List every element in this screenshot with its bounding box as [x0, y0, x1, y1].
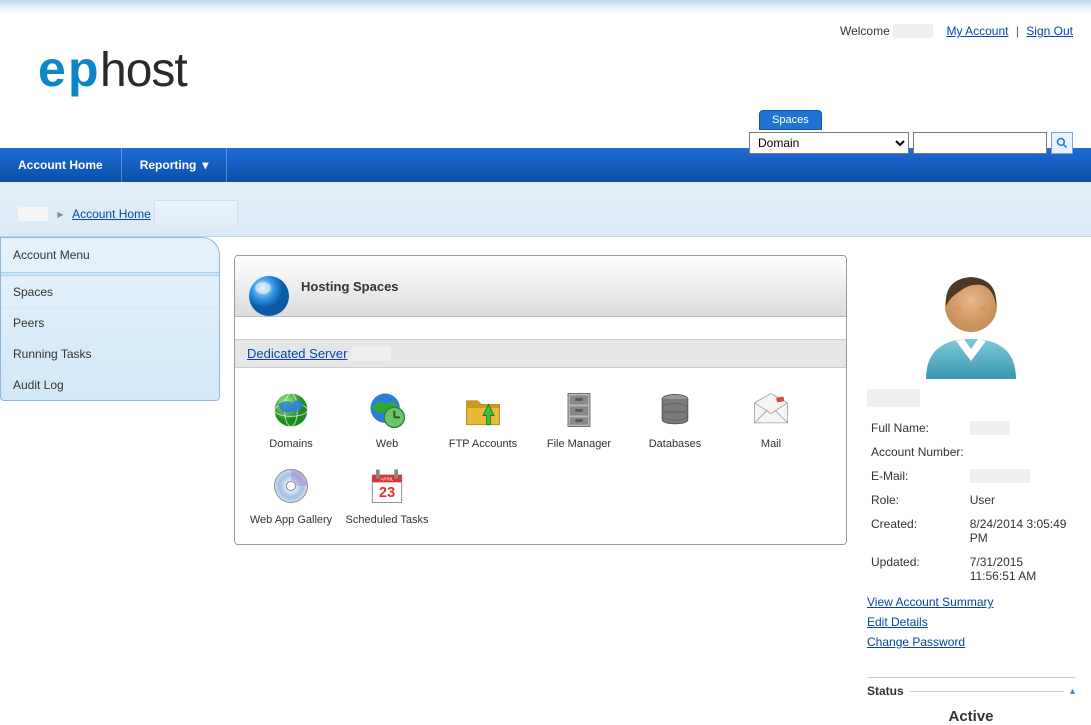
sidebar-item-peers[interactable]: Peers — [1, 307, 219, 338]
nav-reporting[interactable]: Reporting ▾ — [122, 148, 228, 182]
search-icon — [1056, 137, 1068, 149]
status-value: Active — [867, 708, 1075, 725]
dedicated-server-link[interactable]: Dedicated Server — [247, 346, 347, 361]
created-value: 8/24/2014 3:05:49 PM — [968, 513, 1073, 549]
database-icon — [653, 388, 697, 432]
top-gradient-bar — [0, 0, 1091, 14]
avatar — [867, 261, 1075, 381]
edit-details-link[interactable]: Edit Details — [867, 615, 1075, 629]
icon-file-manager[interactable]: File Manager — [531, 386, 627, 450]
icon-ftp-accounts[interactable]: FTP Accounts — [435, 386, 531, 450]
disc-icon — [269, 464, 313, 508]
sidebar-title: Account Menu — [1, 238, 219, 273]
globe-icon — [269, 388, 313, 432]
account-number-label: Account Number: — [869, 441, 966, 463]
envelope-icon — [749, 388, 793, 432]
sign-out-link[interactable]: Sign Out — [1026, 24, 1073, 38]
svg-text:APRIL: APRIL — [380, 477, 394, 482]
account-info-table: Full Name: Account Number: E-Mail: Role:… — [867, 415, 1075, 589]
account-name-redacted — [867, 389, 920, 407]
welcome-text: Welcome — [840, 24, 890, 38]
status-header: Status ▴ — [867, 677, 1075, 698]
username-redacted — [893, 24, 933, 38]
collapse-triangle-icon[interactable]: ▴ — [1070, 686, 1075, 697]
icon-mail[interactable]: Mail — [723, 386, 819, 450]
folder-up-icon — [461, 388, 505, 432]
role-value: User — [968, 489, 1073, 511]
icon-grid: Domains Web FTP Accounts File Manager Da — [235, 368, 846, 544]
logo: e p host — [38, 40, 258, 104]
updated-value: 7/31/2015 11:56:51 AM — [968, 551, 1073, 587]
sidebar: Account Menu Spaces Peers Running Tasks … — [0, 237, 220, 725]
account-action-links: View Account Summary Edit Details Change… — [867, 595, 1075, 649]
view-account-summary-link[interactable]: View Account Summary — [867, 595, 1075, 609]
icon-databases[interactable]: Databases — [627, 386, 723, 450]
role-label: Role: — [869, 489, 966, 511]
nav-account-home[interactable]: Account Home — [0, 148, 122, 182]
panel-subheader: Dedicated Server — [235, 339, 846, 368]
sidebar-item-running-tasks[interactable]: Running Tasks — [1, 338, 219, 369]
icon-web-app-gallery[interactable]: Web App Gallery — [243, 462, 339, 526]
breadcrumb-arrow-icon: ▸ — [57, 207, 63, 221]
email-value — [970, 469, 1030, 483]
sphere-icon — [245, 272, 293, 320]
svg-text:p: p — [68, 41, 99, 97]
updated-label: Updated: — [869, 551, 966, 587]
search-button[interactable] — [1051, 132, 1073, 154]
welcome-bar: Welcome My Account | Sign Out — [840, 24, 1073, 38]
sidebar-item-spaces[interactable]: Spaces — [1, 276, 219, 307]
email-label: E-Mail: — [869, 465, 966, 487]
search-area: Spaces Domain — [749, 110, 1073, 154]
full-name-value — [970, 421, 1010, 435]
sidebar-item-audit-log[interactable]: Audit Log — [1, 369, 219, 400]
breadcrumb-root-redacted — [18, 207, 48, 221]
header: e p host Welcome My Account | Sign Out S… — [0, 14, 1091, 148]
calendar-icon: 23 APRIL — [365, 464, 409, 508]
breadcrumb-current[interactable]: Account Home — [72, 207, 151, 221]
page-subtitle-redacted — [154, 200, 238, 226]
right-column: Full Name: Account Number: E-Mail: Role:… — [861, 237, 1091, 725]
chevron-down-icon: ▾ — [202, 158, 208, 172]
icon-scheduled-tasks[interactable]: 23APRIL Scheduled Tasks — [339, 462, 435, 526]
server-name-redacted — [351, 347, 391, 361]
full-name-label: Full Name: — [869, 417, 966, 439]
status-label: Status — [867, 684, 904, 698]
avatar-icon — [916, 261, 1026, 381]
icon-web[interactable]: Web — [339, 386, 435, 450]
breadcrumb: ▸ Account Home — [0, 182, 1091, 237]
spaces-tab[interactable]: Spaces — [759, 110, 822, 130]
hosting-spaces-panel: Hosting Spaces Dedicated Server Domains … — [234, 255, 847, 545]
svg-text:23: 23 — [379, 485, 395, 501]
file-cabinet-icon — [557, 388, 601, 432]
globe-clock-icon — [365, 388, 409, 432]
search-domain-select[interactable]: Domain — [749, 132, 909, 154]
main-content: Hosting Spaces Dedicated Server Domains … — [220, 237, 861, 725]
created-label: Created: — [869, 513, 966, 549]
my-account-link[interactable]: My Account — [946, 24, 1008, 38]
svg-text:host: host — [100, 44, 187, 97]
search-input[interactable] — [913, 132, 1047, 154]
svg-text:e: e — [38, 41, 66, 97]
panel-title: Hosting Spaces — [301, 279, 399, 294]
ephost-logo: e p host — [38, 40, 258, 104]
icon-domains[interactable]: Domains — [243, 386, 339, 450]
change-password-link[interactable]: Change Password — [867, 635, 1075, 649]
